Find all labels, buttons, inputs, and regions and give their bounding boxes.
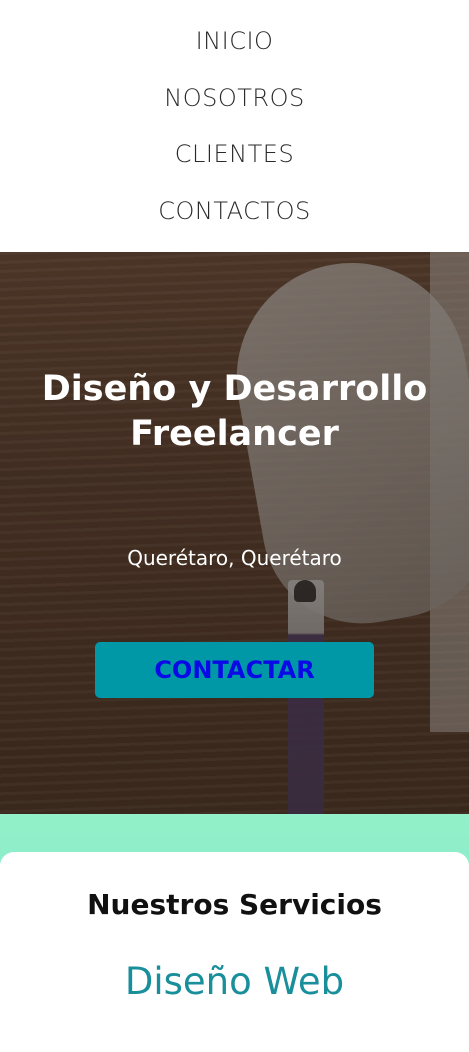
- hero-title: Diseño y Desarrollo Freelancer: [0, 367, 469, 457]
- nav-item-clientes[interactable]: CLIENTES: [0, 139, 469, 169]
- hero-overlay: [0, 252, 469, 814]
- hero-section: Diseño y Desarrollo Freelancer Querétaro…: [0, 252, 469, 814]
- services-title: Nuestros Servicios: [87, 888, 382, 921]
- nav-item-inicio[interactable]: INICIO: [0, 26, 469, 56]
- services-card: [0, 852, 469, 1052]
- service-item-diseno-web[interactable]: Diseño Web: [0, 960, 469, 1003]
- hero-location: Querétaro, Querétaro: [127, 546, 342, 570]
- hero-title-line1: Diseño y Desarrollo: [41, 369, 428, 409]
- main-nav: INICIO NOSOTROS CLIENTES CONTACTOS: [0, 0, 469, 252]
- nav-item-nosotros[interactable]: NOSOTROS: [0, 83, 469, 113]
- nav-item-contactos[interactable]: CONTACTOS: [0, 196, 469, 226]
- hero-title-line2: Freelancer: [130, 414, 339, 454]
- contactar-button[interactable]: CONTACTAR: [95, 642, 374, 698]
